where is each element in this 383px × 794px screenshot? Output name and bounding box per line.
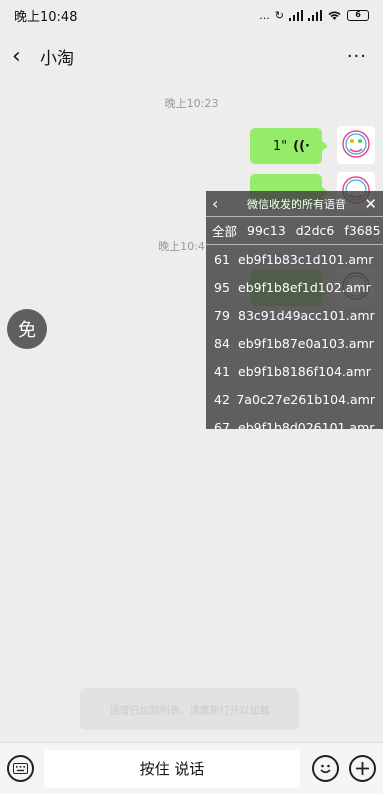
signal-icon (289, 9, 303, 21)
voice-file-list: 61 eb9f1b83c1d101.amr 95 eb9f1b8ef1d102.am… (206, 245, 383, 430)
file-index: 95 (214, 279, 230, 295)
filter-tab[interactable]: d2dc6 (296, 223, 335, 238)
overlay-filter-tabs: 全部 99c13 d2dc6 f3685 (206, 217, 383, 245)
floating-badge[interactable]: 免 (7, 309, 47, 349)
hold-to-talk-button[interactable]: 按住 说话 (44, 749, 300, 788)
status-bar: 晚上10:48 ... ↻ 6 (0, 0, 383, 30)
file-index: 61 (214, 251, 230, 267)
overlay-title: 微信收发的所有语音 (247, 197, 346, 211)
file-index: 67 (214, 419, 230, 430)
voice-file-item[interactable]: 84 eb9f1b87e0a103.amr (206, 329, 383, 357)
file-index: 41 (214, 363, 230, 379)
voice-file-item[interactable]: 67 eb9f1b8d026101.amr (206, 413, 383, 430)
file-name: eb9f1b83c1d101.amr (238, 251, 374, 267)
file-name: eb9f1b87e0a103.amr (238, 335, 374, 351)
keyboard-icon[interactable] (7, 755, 34, 782)
battery-level: 6 (355, 9, 361, 19)
input-bar-actions (312, 755, 376, 782)
status-icons: ... ↻ 6 (259, 9, 369, 22)
sync-icon: ↻ (274, 8, 284, 22)
overlay-back-icon[interactable]: ‹ (212, 194, 232, 213)
voice-file-item[interactable]: 41 eb9f1b8186f104.amr (206, 357, 383, 385)
more-icon[interactable]: ··· (347, 46, 367, 67)
input-bar: 按住 说话 (0, 742, 383, 794)
chat-timestamp: 晚上10:23 (164, 97, 219, 110)
nav-bar: ‹ 小淘 ··· (0, 36, 383, 76)
file-name: eb9f1b8186f104.amr (238, 363, 371, 379)
wifi-icon (328, 11, 341, 20)
status-time: 晚上10:48 (14, 9, 78, 25)
voice-list-overlay: ‹ 微信收发的所有语音 ✕ 全部 99c13 d2dc6 f3685 61 eb9… (206, 191, 383, 429)
chat-title: 小淘 (40, 48, 74, 69)
file-name: eb9f1b8ef1d102.amr (238, 279, 371, 295)
plus-icon[interactable] (349, 755, 376, 782)
filter-tab[interactable]: 全部 (212, 221, 237, 240)
overlay-header: ‹ 微信收发的所有语音 ✕ (206, 191, 383, 217)
voice-duration: 1" (272, 138, 288, 154)
voice-file-item[interactable]: 95 eb9f1b8ef1d102.amr (206, 273, 383, 301)
signal-icon-2 (308, 9, 322, 21)
file-index: 84 (214, 335, 230, 351)
emoji-icon[interactable] (312, 755, 339, 782)
file-name: 7a0c27e261b104.amr (236, 391, 375, 407)
toast-message: 语音已加到列表，请重新打开以加载 (80, 688, 299, 730)
filter-tab[interactable]: 99c13 (247, 223, 286, 238)
voice-message-bubble[interactable]: 1" ((· (250, 128, 328, 164)
voice-file-item[interactable]: 42 7a0c27e261b104.amr (206, 385, 383, 413)
file-name: 83c91d49acc101.amr (238, 307, 375, 323)
voice-file-item[interactable]: 61 eb9f1b83c1d101.amr (206, 245, 383, 273)
status-dots: ... (259, 8, 270, 22)
file-index: 79 (214, 307, 230, 323)
back-icon[interactable]: ‹ (12, 44, 36, 69)
voice-wave-icon: ((· (293, 138, 310, 154)
battery-icon: 6 (347, 9, 369, 21)
avatar[interactable] (337, 126, 375, 164)
close-icon[interactable]: ✕ (361, 195, 377, 213)
voice-file-item[interactable]: 79 83c91d49acc101.amr (206, 301, 383, 329)
filter-tab[interactable]: f3685 (344, 223, 380, 238)
file-name: eb9f1b8d026101.amr (238, 419, 375, 430)
file-index: 42 (214, 391, 230, 407)
